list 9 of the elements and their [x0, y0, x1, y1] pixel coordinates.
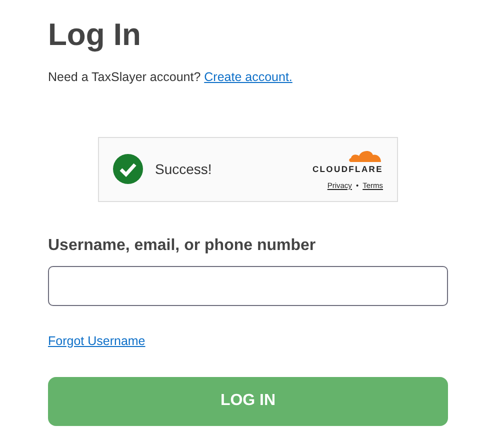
brand-logo-text: CLOUDFLARE: [312, 163, 383, 176]
login-button[interactable]: LOG IN: [48, 376, 448, 426]
username-input[interactable]: [48, 266, 448, 306]
captcha-status: Success!: [155, 160, 212, 179]
signup-prompt: Need a TaxSlayer account?: [48, 70, 201, 84]
page-title: Log In: [48, 16, 142, 54]
create-account-link[interactable]: Create account.: [204, 70, 292, 84]
field-label: Username, email, or phone number: [48, 236, 317, 256]
forgot-username-link[interactable]: Forgot Username: [48, 332, 146, 350]
